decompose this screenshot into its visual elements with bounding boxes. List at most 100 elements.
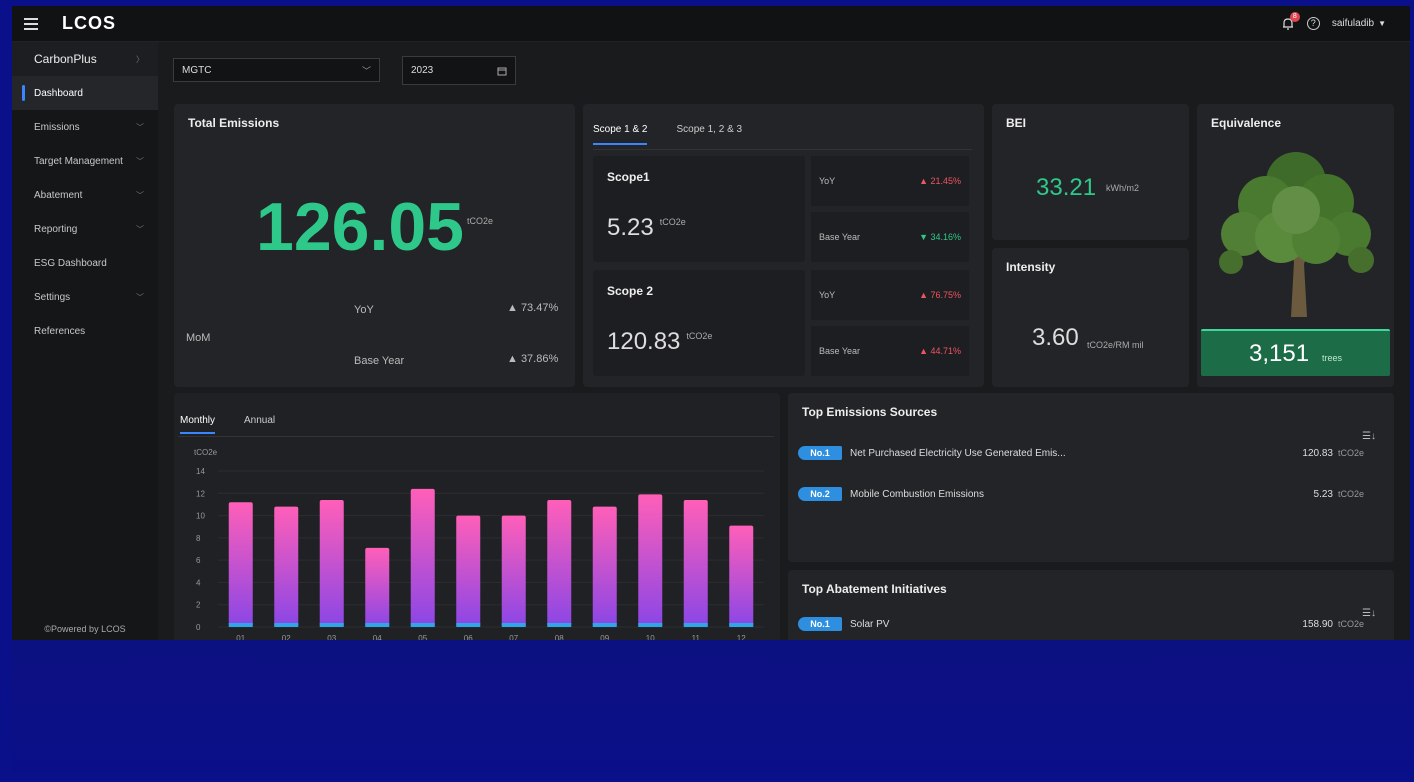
- scope-card: Scope 1 & 2 Scope 1, 2 & 3 Scope1 5.23 tC…: [583, 104, 984, 387]
- sidebar: CarbonPlus 〉 Dashboard Emissions ﹀ Target M…: [12, 42, 158, 640]
- bell-icon[interactable]: 8: [1281, 11, 1300, 31]
- list-item[interactable]: No.1 Solar PV 158.90 tCO2e: [798, 616, 1364, 632]
- bar-base-04: [365, 623, 390, 627]
- app-window: LCOS 8 ? saifuladib ▼ CarbonPlus 〉 Dashb…: [12, 6, 1410, 640]
- mom-label: MoM: [186, 332, 211, 344]
- chevron-down-icon: ﹀: [136, 292, 144, 302]
- tab-scope-1-2[interactable]: Scope 1 & 2: [593, 124, 648, 145]
- bar-06[interactable]: [456, 515, 481, 627]
- scope2-yoy: YoY ▲ 76.75%: [811, 270, 969, 320]
- bar-base-11: [683, 623, 708, 627]
- company-select-value: MGTC: [182, 64, 212, 76]
- yoy-value: ▲ 73.47%: [507, 302, 559, 314]
- calendar-icon: [497, 67, 507, 75]
- scope2-title: Scope 2: [607, 284, 654, 298]
- intensity-unit: tCO2e/RM mil: [1087, 340, 1144, 350]
- sidebar-item-target-management[interactable]: Target Management ﹀: [12, 144, 158, 178]
- sidebar-item-label: Reporting: [34, 223, 78, 235]
- chart-tab-divider: [178, 436, 774, 437]
- bar-base-05: [410, 623, 435, 627]
- sidebar-item-esg-dashboard[interactable]: ESG Dashboard: [12, 246, 158, 280]
- item-name: Solar PV: [850, 618, 890, 630]
- menu-icon[interactable]: [24, 17, 38, 30]
- bar-base-07: [501, 623, 526, 627]
- sidebar-item-reporting[interactable]: Reporting ﹀: [12, 212, 158, 246]
- sidebar-brand-label: CarbonPlus: [34, 52, 97, 66]
- tab-scope-1-2-3[interactable]: Scope 1, 2 & 3: [676, 124, 742, 145]
- chevron-down-icon: ﹀: [361, 65, 371, 76]
- equivalence-title: Equivalence: [1211, 116, 1282, 130]
- item-name: Mobile Combustion Emissions: [850, 488, 984, 500]
- top-emissions-sources-title: Top Emissions Sources: [802, 405, 938, 419]
- main-content: MGTC ﹀ 2023 Total Emissions 126.05 tCO2e…: [158, 42, 1410, 640]
- item-value: 5.23 tCO2e: [1313, 488, 1364, 500]
- item-name: Net Purchased Electricity Use Generated …: [850, 447, 1066, 459]
- y-axis-label: tCO2e: [194, 448, 218, 457]
- sidebar-item-label: Settings: [34, 291, 71, 303]
- base-year-label: Base Year: [354, 355, 405, 367]
- sidebar-item-label: Abatement: [34, 189, 83, 201]
- year-picker[interactable]: 2023: [402, 56, 516, 85]
- chevron-down-icon: ﹀: [136, 156, 144, 166]
- tree-icon: [1219, 152, 1374, 317]
- y-tick-label: 4: [196, 578, 201, 587]
- rank-badge: No.2: [798, 487, 842, 501]
- sidebar-item-settings[interactable]: Settings ﹀: [12, 280, 158, 314]
- total-emissions-card: Total Emissions 126.05 tCO2e MoM YoY ▲ 7…: [174, 104, 575, 387]
- bar-02[interactable]: [274, 506, 299, 627]
- sidebar-item-abatement[interactable]: Abatement ﹀: [12, 178, 158, 212]
- scope1-base-year: Base Year ▼ 34.16%: [811, 212, 969, 262]
- bar-04[interactable]: [365, 547, 390, 627]
- bar-base-12: [729, 623, 754, 627]
- item-value: 120.83 tCO2e: [1302, 447, 1364, 459]
- bar-base-10: [638, 623, 663, 627]
- chevron-down-icon: ﹀: [136, 224, 144, 234]
- sidebar-item-emissions[interactable]: Emissions ﹀: [12, 110, 158, 144]
- chevron-down-icon: ﹀: [136, 190, 144, 200]
- bar-09[interactable]: [592, 506, 617, 627]
- y-tick-label: 2: [196, 601, 201, 610]
- sidebar-item-dashboard[interactable]: Dashboard: [12, 76, 158, 110]
- scope2-value: 120.83 tCO2e: [607, 328, 713, 355]
- user-menu[interactable]: saifuladib ▼: [1332, 18, 1386, 29]
- chevron-right-icon: 〉: [136, 54, 144, 64]
- bar-01[interactable]: [228, 502, 253, 627]
- y-tick-label: 0: [196, 623, 201, 632]
- sidebar-item-label: Dashboard: [34, 87, 83, 99]
- rank-badge: No.1: [798, 617, 842, 631]
- top-bar: LCOS 8 ? saifuladib ▼: [12, 6, 1410, 42]
- scope1-value: 5.23 tCO2e: [607, 214, 686, 241]
- scope2-panel: Scope 2 120.83 tCO2e: [593, 270, 805, 376]
- y-tick-label: 12: [196, 489, 205, 498]
- item-value: 158.90 tCO2e: [1302, 618, 1364, 630]
- caret-down-icon: ▼: [1378, 19, 1386, 28]
- tab-annual[interactable]: Annual: [244, 415, 275, 434]
- company-select[interactable]: MGTC ﹀: [173, 58, 380, 82]
- sidebar-brand[interactable]: CarbonPlus 〉: [12, 42, 158, 76]
- list-item[interactable]: No.1 Net Purchased Electricity Use Genera…: [798, 445, 1364, 461]
- reflection-overlay: [12, 640, 1410, 782]
- bar-03[interactable]: [319, 499, 344, 627]
- bar-05[interactable]: [410, 488, 435, 627]
- bar-11[interactable]: [683, 499, 708, 627]
- bar-08[interactable]: [547, 499, 572, 627]
- trees-equivalent: 3,151 trees: [1201, 329, 1390, 376]
- list-item[interactable]: No.2 Mobile Combustion Emissions 5.23 tCO2e: [798, 486, 1364, 502]
- sidebar-item-references[interactable]: References: [12, 314, 158, 348]
- help-icon[interactable]: ?: [1306, 17, 1320, 30]
- bei-card: BEI 33.21 kWh/m2: [992, 104, 1189, 240]
- top-abatement-title: Top Abatement Initiatives: [802, 582, 947, 596]
- sort-icon[interactable]: ☰↓: [1362, 431, 1376, 442]
- sidebar-item-label: Target Management: [34, 155, 123, 167]
- bar-12[interactable]: [729, 525, 754, 627]
- trees-unit: trees: [1322, 353, 1343, 363]
- top-emissions-sources-card: Top Emissions Sources ☰↓ No.1 Net Purchas…: [788, 393, 1394, 562]
- bar-07[interactable]: [501, 515, 526, 627]
- y-tick-label: 10: [196, 512, 205, 521]
- sidebar-item-label: Emissions: [34, 121, 80, 133]
- tab-monthly[interactable]: Monthly: [180, 415, 216, 434]
- sort-icon[interactable]: ☰↓: [1362, 608, 1376, 619]
- powered-by: ©Powered by LCOS: [44, 624, 126, 634]
- scope1-panel: Scope1 5.23 tCO2e: [593, 156, 805, 262]
- bar-10[interactable]: [638, 494, 663, 627]
